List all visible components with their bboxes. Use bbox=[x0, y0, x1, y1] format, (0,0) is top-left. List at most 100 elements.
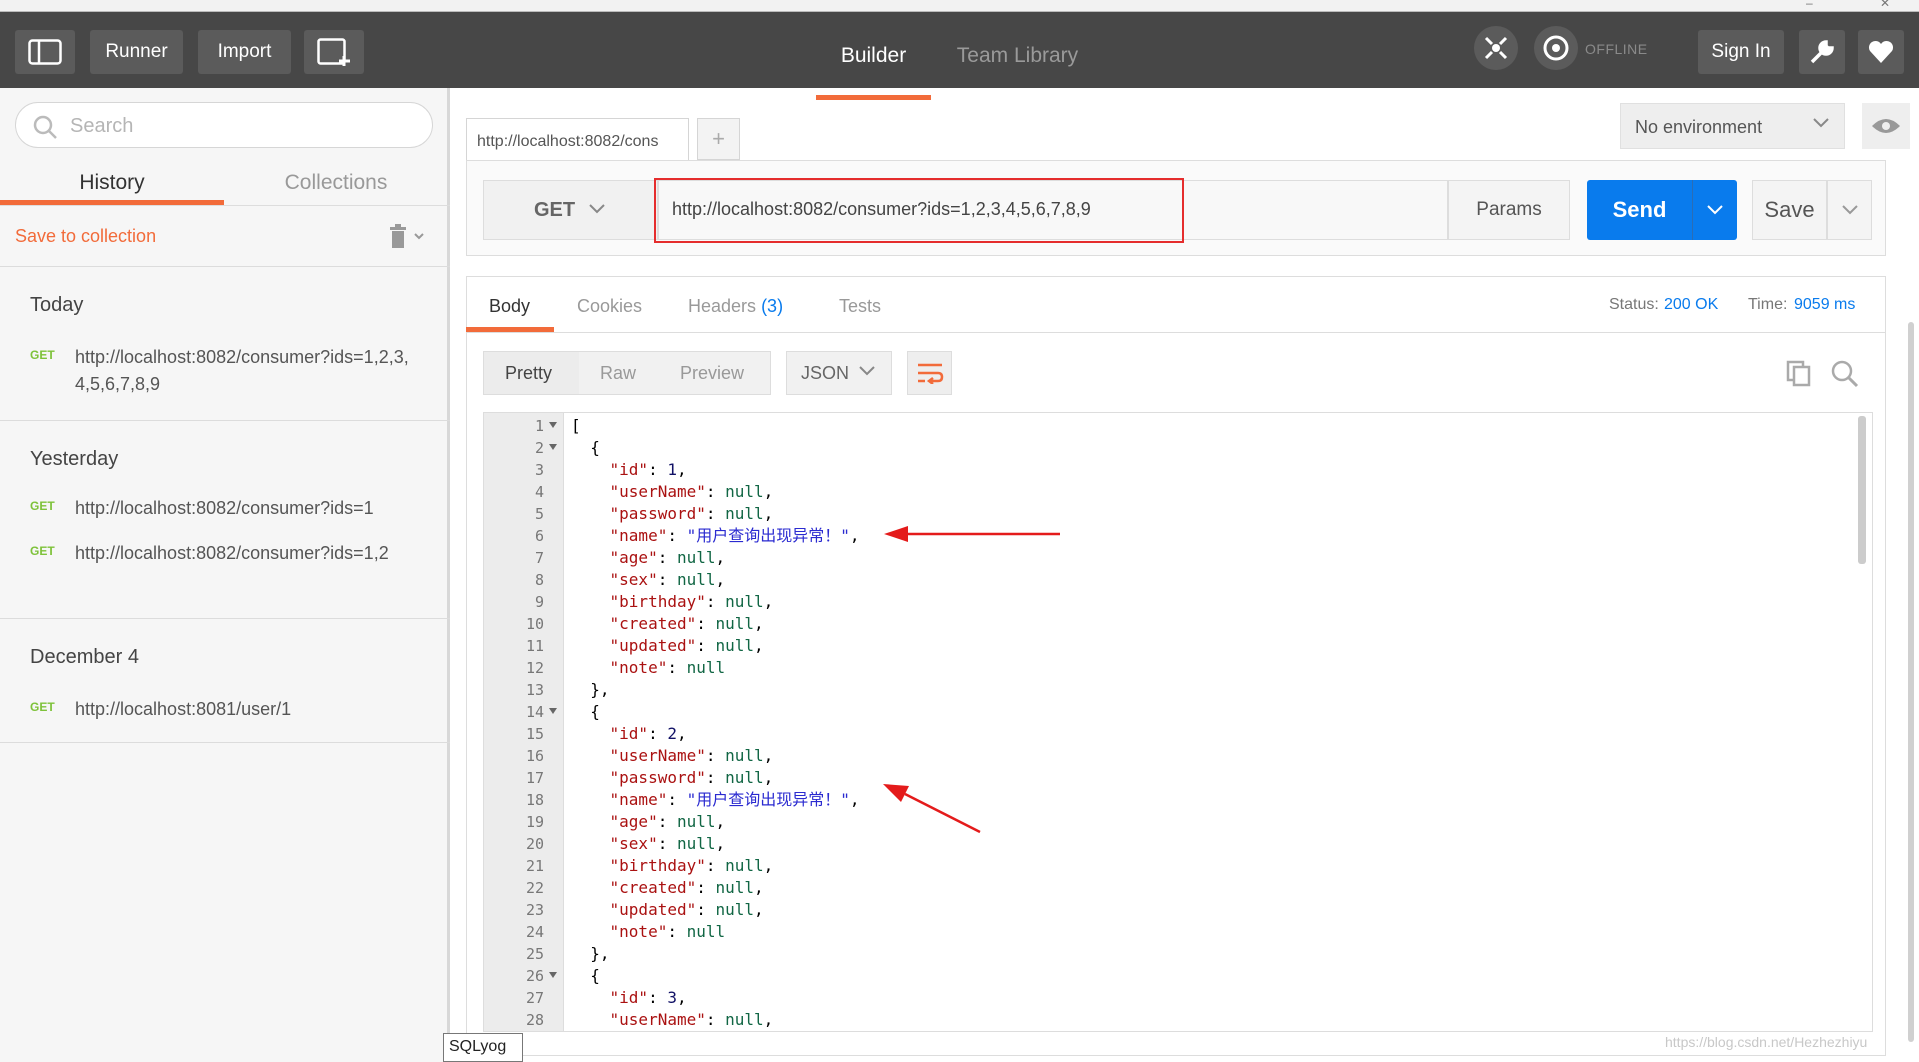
divider bbox=[0, 266, 450, 267]
history-url: http://localhost:8082/consumer?ids=1,2,3… bbox=[75, 347, 409, 394]
close-button[interactable]: ✕ bbox=[1880, 0, 1890, 10]
clear-history-button[interactable] bbox=[388, 222, 428, 255]
code-text: "password": null, bbox=[609, 768, 774, 787]
save-to-collection-link[interactable]: Save to collection bbox=[15, 226, 156, 247]
minimize-button[interactable]: – bbox=[1806, 0, 1813, 10]
history-item[interactable]: GET http://localhost:8082/consumer?ids=1… bbox=[30, 344, 430, 404]
code-text: "age": null, bbox=[609, 812, 726, 831]
code-text: "name": "用户查询出现异常！", bbox=[609, 526, 860, 545]
code-line: 13 }, bbox=[484, 679, 1872, 701]
code-text: "created": null, bbox=[609, 614, 764, 633]
new-window-button[interactable] bbox=[304, 30, 364, 74]
sidebar: Search History Collections Save to colle… bbox=[0, 88, 450, 1062]
tab-collections[interactable]: Collections bbox=[224, 158, 448, 208]
tab-headers[interactable]: Headers (3) bbox=[688, 296, 783, 317]
code-text: "updated": null, bbox=[609, 900, 764, 919]
line-number: 14 bbox=[525, 703, 544, 721]
add-tab-button[interactable]: + bbox=[697, 118, 740, 160]
time-value: 9059 ms bbox=[1794, 296, 1856, 313]
sidebar-toggle-icon bbox=[28, 39, 62, 65]
interceptor-button[interactable] bbox=[1474, 26, 1518, 70]
history-group-title: Today bbox=[30, 294, 84, 316]
code-text: "id": 2, bbox=[609, 724, 687, 743]
code-line: 24 "note": null bbox=[484, 921, 1872, 943]
code-text: "created": null, bbox=[609, 878, 764, 897]
language-select[interactable]: JSON bbox=[786, 351, 892, 395]
tab-body[interactable]: Body bbox=[489, 296, 530, 317]
code-text: "id": 1, bbox=[609, 460, 687, 479]
tab-tests[interactable]: Tests bbox=[839, 296, 881, 317]
status-label: Status: bbox=[1609, 296, 1659, 313]
annotation-arrow bbox=[883, 784, 981, 834]
code-line: 14 { bbox=[484, 701, 1872, 723]
code-text: "updated": null, bbox=[609, 636, 764, 655]
line-number: 25 bbox=[525, 945, 544, 963]
fold-toggle-icon[interactable] bbox=[549, 422, 557, 428]
code-line: 28 "userName": null, bbox=[484, 1009, 1872, 1031]
code-text: { bbox=[571, 966, 600, 985]
save-dropdown-button[interactable] bbox=[1827, 180, 1872, 240]
history-item[interactable]: GET http://localhost:8081/user/1 bbox=[30, 696, 430, 726]
history-item[interactable]: GET http://localhost:8082/consumer?ids=1… bbox=[30, 540, 430, 600]
history-item[interactable]: GET http://localhost:8082/consumer?ids=1 bbox=[30, 495, 430, 525]
code-line: 23 "updated": null, bbox=[484, 899, 1872, 921]
divider bbox=[0, 420, 450, 421]
line-number: 6 bbox=[534, 527, 544, 545]
code-scrollbar[interactable] bbox=[1858, 416, 1866, 564]
watermark: https://blog.csdn.net/Hezhezhiyu bbox=[1665, 1034, 1868, 1050]
tab-builder[interactable]: Builder bbox=[816, 24, 931, 88]
code-line: 15 "id": 2, bbox=[484, 723, 1872, 745]
code-text: "name": "用户查询出现异常！", bbox=[609, 790, 860, 809]
sign-in-button[interactable]: Sign In bbox=[1698, 30, 1784, 74]
search-icon bbox=[33, 115, 57, 139]
code-text: { bbox=[571, 438, 600, 457]
response-code-editor[interactable]: 1[2 {3 "id": 1, 4 "userName": null, 5 "pas… bbox=[483, 412, 1873, 1032]
fold-toggle-icon[interactable] bbox=[549, 972, 557, 978]
wrap-lines-button[interactable] bbox=[907, 351, 952, 395]
search-placeholder: Search bbox=[70, 115, 134, 137]
code-line: 22 "created": null, bbox=[484, 877, 1872, 899]
code-text: "userName": null, bbox=[609, 746, 774, 765]
search-response-button[interactable] bbox=[1830, 359, 1860, 394]
code-line: 4 "userName": null, bbox=[484, 481, 1872, 503]
history-group-title: December 4 bbox=[30, 646, 139, 668]
import-button[interactable]: Import bbox=[198, 30, 291, 74]
format-raw[interactable]: Raw bbox=[600, 363, 636, 384]
eye-icon bbox=[1872, 119, 1900, 133]
line-number: 12 bbox=[525, 659, 544, 677]
new-window-icon bbox=[317, 38, 350, 66]
format-preview[interactable]: Preview bbox=[680, 363, 744, 384]
fold-toggle-icon[interactable] bbox=[549, 708, 557, 714]
runner-button[interactable]: Runner bbox=[90, 30, 183, 74]
sidebar-toggle-button[interactable] bbox=[15, 30, 75, 74]
fold-toggle-icon[interactable] bbox=[549, 444, 557, 450]
divider bbox=[466, 332, 1886, 333]
save-button[interactable]: Save bbox=[1752, 180, 1827, 240]
send-button[interactable]: Send bbox=[1587, 180, 1692, 240]
code-line: 27 "id": 3, bbox=[484, 987, 1872, 1009]
favorites-button[interactable] bbox=[1858, 30, 1904, 74]
search-input[interactable]: Search bbox=[15, 102, 433, 148]
line-number: 16 bbox=[525, 747, 544, 765]
code-line: 25 }, bbox=[484, 943, 1872, 965]
code-line: 1[ bbox=[484, 415, 1872, 437]
tab-cookies[interactable]: Cookies bbox=[577, 296, 642, 317]
method-select[interactable]: GET bbox=[483, 180, 658, 240]
line-number: 10 bbox=[525, 615, 544, 633]
code-line: 26 { bbox=[484, 965, 1872, 987]
copy-button[interactable] bbox=[1785, 359, 1813, 392]
main-scrollbar[interactable] bbox=[1908, 322, 1914, 1042]
settings-button[interactable] bbox=[1799, 30, 1845, 74]
wrap-lines-icon bbox=[917, 363, 943, 384]
tab-team-library[interactable]: Team Library bbox=[940, 24, 1095, 88]
environment-quick-look-button[interactable] bbox=[1862, 103, 1910, 149]
send-dropdown-button[interactable] bbox=[1692, 180, 1737, 240]
params-button[interactable]: Params bbox=[1448, 180, 1570, 240]
sync-status-button[interactable] bbox=[1534, 26, 1578, 70]
format-pretty[interactable]: Pretty bbox=[505, 363, 552, 384]
code-line: 2 { bbox=[484, 437, 1872, 459]
line-number: 20 bbox=[525, 835, 544, 853]
line-number: 15 bbox=[525, 725, 544, 743]
request-tab[interactable]: http://localhost:8082/cons bbox=[466, 118, 689, 160]
chevron-down-icon bbox=[589, 204, 605, 214]
